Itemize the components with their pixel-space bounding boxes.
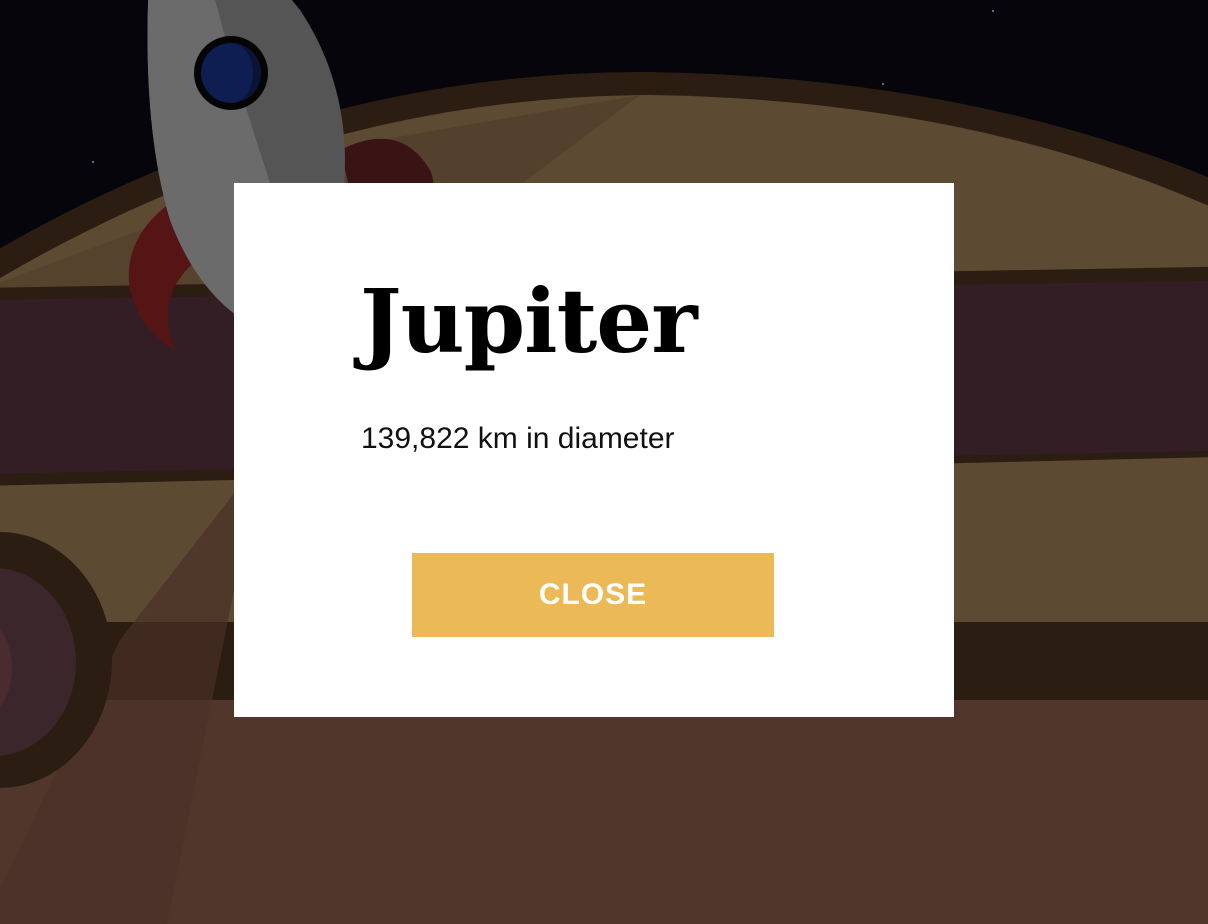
planet-diameter-text: 139,822 km in diameter [361, 422, 675, 455]
close-button[interactable]: CLOSE [412, 553, 774, 637]
star [92, 161, 94, 163]
planet-info-modal: Jupiter 139,822 km in diameter CLOSE [234, 183, 954, 717]
planet-title: Jupiter [360, 269, 698, 373]
star [882, 83, 884, 85]
star [992, 10, 994, 12]
